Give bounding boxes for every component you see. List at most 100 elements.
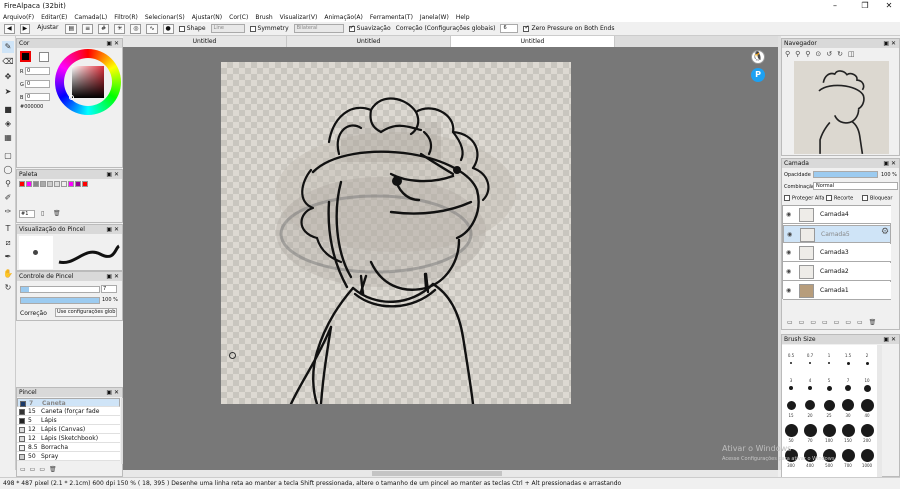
menu-item-10[interactable]: Ferramenta(T): [370, 14, 413, 21]
tab-untitled-2[interactable]: Untitled: [287, 36, 451, 47]
horizontal-scroll-thumb[interactable]: [372, 471, 502, 476]
brush-size-dot[interactable]: [808, 386, 812, 390]
visibility-eye-icon[interactable]: ◉: [786, 211, 791, 218]
brush-correction-select[interactable]: Use configurações glob: [55, 308, 117, 317]
color-picker-handle[interactable]: [69, 95, 74, 100]
menu-item-11[interactable]: Janela(W): [420, 14, 449, 21]
palette-swatch[interactable]: [68, 181, 74, 187]
menu-item-8[interactable]: Visualizar(V): [280, 14, 318, 21]
brush-item[interactable]: 8.5 Borracha: [17, 443, 120, 452]
layer-row[interactable]: ◉ Camada5 ⚙: [783, 225, 891, 243]
layer-settings-gear-icon[interactable]: ⚙: [881, 228, 889, 237]
brush-size-dot[interactable]: [803, 423, 817, 437]
snap-point-icon[interactable]: ●: [162, 23, 174, 34]
palette-swatch[interactable]: [75, 181, 81, 187]
brush-item[interactable]: 7 Caneta: [17, 398, 120, 407]
hand-tool-icon[interactable]: ✋: [2, 268, 14, 280]
dropper-tool-icon[interactable]: ✒: [2, 251, 14, 263]
brush-size-dot[interactable]: [841, 423, 855, 437]
menu-item-3[interactable]: Filtro(R): [114, 14, 138, 21]
layer-row[interactable]: ◉ Camada2: [783, 263, 891, 281]
lasso-tool-icon[interactable]: ◯: [2, 164, 14, 176]
brush-size-dot[interactable]: [841, 448, 855, 462]
menu-item-2[interactable]: Camada(L): [74, 14, 107, 21]
brush-size-scrollbar[interactable]: [877, 345, 882, 477]
palette-delete-icon[interactable]: 🗑: [53, 210, 61, 217]
panel-close-icon[interactable]: ▣ ✕: [883, 39, 896, 48]
brush-size-dot[interactable]: [786, 400, 796, 410]
red-field[interactable]: 0: [25, 67, 50, 75]
menu-item-6[interactable]: Cor(C): [229, 14, 248, 21]
magic-wand-icon[interactable]: ⚲: [2, 178, 14, 190]
brush-size-dot[interactable]: [828, 362, 830, 364]
saturation-value-square[interactable]: [72, 66, 104, 98]
shape-toggle[interactable]: Shape: [178, 25, 206, 32]
symmetry-select[interactable]: Bilateral: [293, 24, 344, 33]
fill-tool-icon[interactable]: ■: [2, 104, 14, 116]
brush-item[interactable]: 5 Lápis: [17, 416, 120, 425]
panel-close-icon[interactable]: ▣ ✕: [106, 388, 119, 397]
brush-size-field[interactable]: 7: [101, 285, 117, 293]
palette-swatch[interactable]: [19, 181, 25, 187]
brush-size-dot[interactable]: [809, 362, 811, 364]
smoothing-toggle[interactable]: Suavização: [348, 24, 391, 32]
prev-button[interactable]: ◀: [4, 23, 15, 34]
layer-row[interactable]: ◉ Camada1: [783, 282, 891, 300]
brush-size-slider[interactable]: [20, 286, 100, 293]
menu-item-7[interactable]: Brush: [255, 14, 272, 21]
brush-item[interactable]: 50 Spray: [17, 452, 120, 461]
snap-circle-icon[interactable]: ◎: [130, 23, 142, 34]
clipping-toggle[interactable]: Recorte: [826, 195, 853, 202]
palette-select[interactable]: #1: [19, 210, 35, 218]
visibility-eye-icon[interactable]: ◉: [786, 249, 791, 256]
zero-pressure-toggle[interactable]: Zero Pressure on Both Ends: [523, 24, 614, 32]
brush-size-dot[interactable]: [846, 361, 850, 365]
palette-swatch[interactable]: [54, 181, 60, 187]
snap-radial-icon[interactable]: ✳: [114, 23, 126, 34]
brush-size-dot[interactable]: [845, 385, 851, 391]
snap-grid-icon[interactable]: #: [98, 23, 110, 34]
rotate-tool-icon[interactable]: ↻: [2, 282, 14, 294]
select-pen-icon[interactable]: ✐: [2, 192, 14, 204]
brush-size-dot[interactable]: [860, 423, 874, 437]
menu-item-0[interactable]: Arquivo(F): [3, 14, 34, 21]
lock-toggle[interactable]: Bloquear: [862, 195, 892, 202]
next-button[interactable]: ▶: [19, 23, 31, 34]
visibility-eye-icon[interactable]: ◉: [786, 287, 791, 294]
rect-select-icon[interactable]: ▢: [2, 150, 14, 162]
pixiv-icon[interactable]: P: [751, 68, 765, 82]
panel-close-icon[interactable]: ▣ ✕: [883, 335, 896, 344]
brush-size-dot[interactable]: [822, 423, 836, 437]
tab-untitled-1[interactable]: Untitled: [123, 36, 287, 47]
blend-mode-select[interactable]: Normal: [813, 182, 898, 190]
palette-swatch[interactable]: [26, 181, 32, 187]
palette-swatch[interactable]: [33, 181, 39, 187]
layer-row[interactable]: ◉ Camada3: [783, 244, 891, 262]
brush-panel-actions[interactable]: ▭▭▭🗑: [20, 466, 61, 473]
tab-untitled-3[interactable]: Untitled: [451, 36, 615, 47]
layer-opacity-slider[interactable]: [813, 171, 878, 178]
hue-wheel[interactable]: [55, 49, 121, 115]
layer-row[interactable]: ◉ Camada4: [783, 206, 891, 224]
panel-close-icon[interactable]: ▣ ✕: [106, 225, 119, 234]
bucket-tool-icon[interactable]: ◈: [2, 118, 14, 130]
brush-size-dot[interactable]: [789, 386, 793, 390]
brush-opacity-slider[interactable]: [20, 297, 100, 304]
green-field[interactable]: 0: [25, 80, 50, 88]
blue-field[interactable]: 0: [25, 93, 50, 101]
brush-size-dot[interactable]: [863, 384, 871, 392]
panel-close-icon[interactable]: ▣ ✕: [106, 170, 119, 179]
brush-size-dot[interactable]: [790, 362, 792, 364]
brush-item[interactable]: 15Caneta (forçar fade in/out): [17, 407, 120, 424]
protect-alpha-toggle[interactable]: Proteger Alfa: [784, 195, 825, 202]
foreground-color-swatch[interactable]: [20, 51, 31, 62]
move-tool-icon[interactable]: ✥: [2, 71, 14, 83]
penguin-icon[interactable]: 🐧: [751, 50, 765, 64]
brush-size-dot[interactable]: [860, 448, 874, 462]
navigator-zoom-controls[interactable]: ⚲⚲⚲⊙↺↻◫: [785, 50, 860, 58]
brush-item[interactable]: 12 Lápis (Canvas): [17, 425, 120, 434]
text-tool-icon[interactable]: T: [2, 223, 14, 235]
brush-size-dot[interactable]: [805, 400, 815, 410]
background-color-swatch[interactable]: [39, 52, 49, 62]
panel-close-icon[interactable]: ▣ ✕: [106, 272, 119, 281]
